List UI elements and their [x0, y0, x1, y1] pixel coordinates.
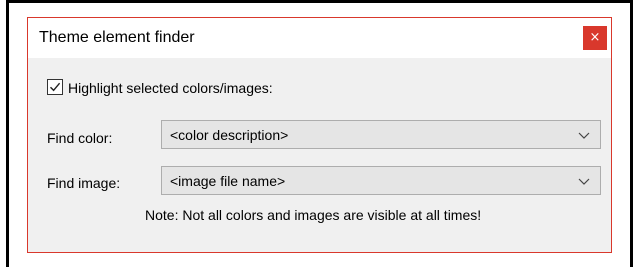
- find-image-label: Find image:: [47, 175, 121, 191]
- find-image-value: <image file name>: [170, 173, 286, 189]
- title-bar[interactable]: Theme element finder ×: [28, 18, 611, 58]
- find-color-label: Find color:: [47, 130, 113, 146]
- find-color-value: <color description>: [170, 127, 289, 143]
- visibility-note: Note: Not all colors and images are visi…: [145, 207, 482, 223]
- find-color-dropdown[interactable]: <color description>: [161, 120, 601, 149]
- close-button[interactable]: ×: [583, 26, 607, 50]
- window-title: Theme element finder: [39, 29, 195, 46]
- chevron-down-icon: [578, 178, 590, 185]
- highlight-checkbox[interactable]: [47, 79, 63, 95]
- check-icon: [50, 82, 61, 92]
- highlight-checkbox-label: Highlight selected colors/images:: [68, 80, 273, 96]
- find-image-dropdown[interactable]: <image file name>: [161, 166, 601, 195]
- chevron-down-icon: [578, 132, 590, 139]
- theme-element-finder-dialog: Theme element finder × Highlight selecte…: [27, 17, 612, 253]
- close-icon: ×: [589, 30, 601, 45]
